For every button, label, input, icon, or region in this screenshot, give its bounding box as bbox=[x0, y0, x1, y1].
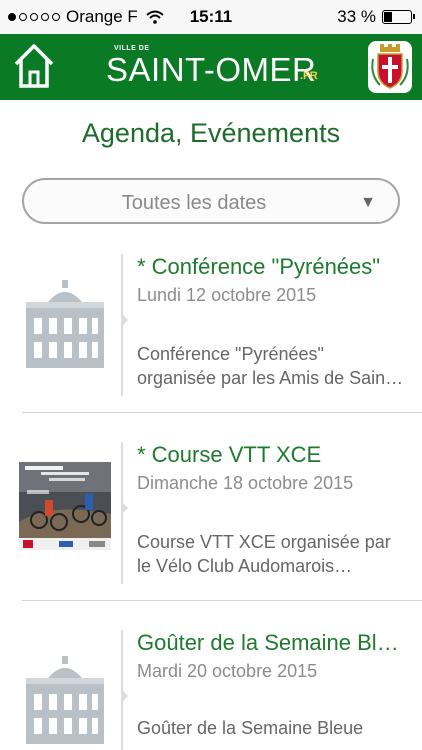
poster-image bbox=[19, 462, 111, 550]
logo-tld: .FR bbox=[300, 70, 318, 82]
event-poster-photo bbox=[19, 462, 111, 550]
timeline-pointer bbox=[122, 502, 128, 514]
event-item[interactable]: Goûter de la Semaine Bl… Mardi 20 octobr… bbox=[0, 616, 422, 750]
page-title: Agenda, Evénements bbox=[81, 118, 341, 148]
date-filter-select[interactable]: Toutes les dates ▼ bbox=[22, 178, 400, 224]
home-icon bbox=[14, 44, 54, 88]
event-description-line: Conférence "Pyrénées" bbox=[137, 344, 324, 364]
battery-level-fill bbox=[384, 12, 392, 22]
saint-omer-logo[interactable]: VILLE DE SAINT-OMER .FR bbox=[102, 42, 322, 94]
battery-icon bbox=[382, 10, 415, 24]
event-description-line: Course VTT XCE organisée par bbox=[137, 532, 391, 552]
list-divider bbox=[22, 600, 422, 601]
app-header: VILLE DE SAINT-OMER .FR bbox=[0, 34, 422, 100]
event-title[interactable]: * Conférence "Pyrénées" bbox=[137, 254, 412, 280]
event-title[interactable]: Goûter de la Semaine Bl… bbox=[137, 630, 412, 656]
event-description-line: le Vélo Club Audomarois… bbox=[137, 556, 353, 576]
date-filter-value: Toutes les dates bbox=[121, 192, 267, 214]
timeline-pointer bbox=[122, 314, 128, 326]
event-date: Dimanche 18 octobre 2015 bbox=[137, 473, 354, 493]
list-divider bbox=[22, 412, 422, 413]
timeline-pointer bbox=[122, 690, 128, 702]
crest-button[interactable] bbox=[368, 41, 412, 93]
building-placeholder-icon bbox=[26, 656, 104, 744]
event-title[interactable]: * Course VTT XCE bbox=[137, 442, 412, 468]
building-placeholder-icon bbox=[26, 280, 104, 368]
event-description-line: organisée par les Amis de Sain… bbox=[137, 368, 404, 388]
event-description: Conférence "Pyrénées" organisée par les … bbox=[137, 342, 407, 390]
event-description-line: Goûter de la Semaine Bleue bbox=[137, 718, 364, 738]
event-date: Mardi 20 octobre 2015 bbox=[137, 661, 318, 681]
event-description: Course VTT XCE organisée par le Vélo Clu… bbox=[137, 530, 407, 578]
home-button[interactable] bbox=[12, 42, 56, 90]
logo-title: SAINT-OMER bbox=[106, 51, 317, 88]
event-description: Goûter de la Semaine Bleue bbox=[137, 716, 407, 740]
status-right: 33 % bbox=[337, 7, 415, 27]
status-bar: Orange F 15:11 33 % bbox=[0, 0, 422, 34]
event-item[interactable]: * Conférence "Pyrénées" Lundi 12 octobre… bbox=[0, 240, 422, 412]
dropdown-arrow-icon: ▼ bbox=[360, 194, 376, 211]
event-item[interactable]: * Course VTT XCE Dimanche 18 octobre 201… bbox=[0, 428, 422, 600]
coat-of-arms-icon bbox=[371, 44, 409, 89]
event-date: Lundi 12 octobre 2015 bbox=[137, 285, 317, 305]
battery-percent: 33 % bbox=[337, 7, 376, 26]
